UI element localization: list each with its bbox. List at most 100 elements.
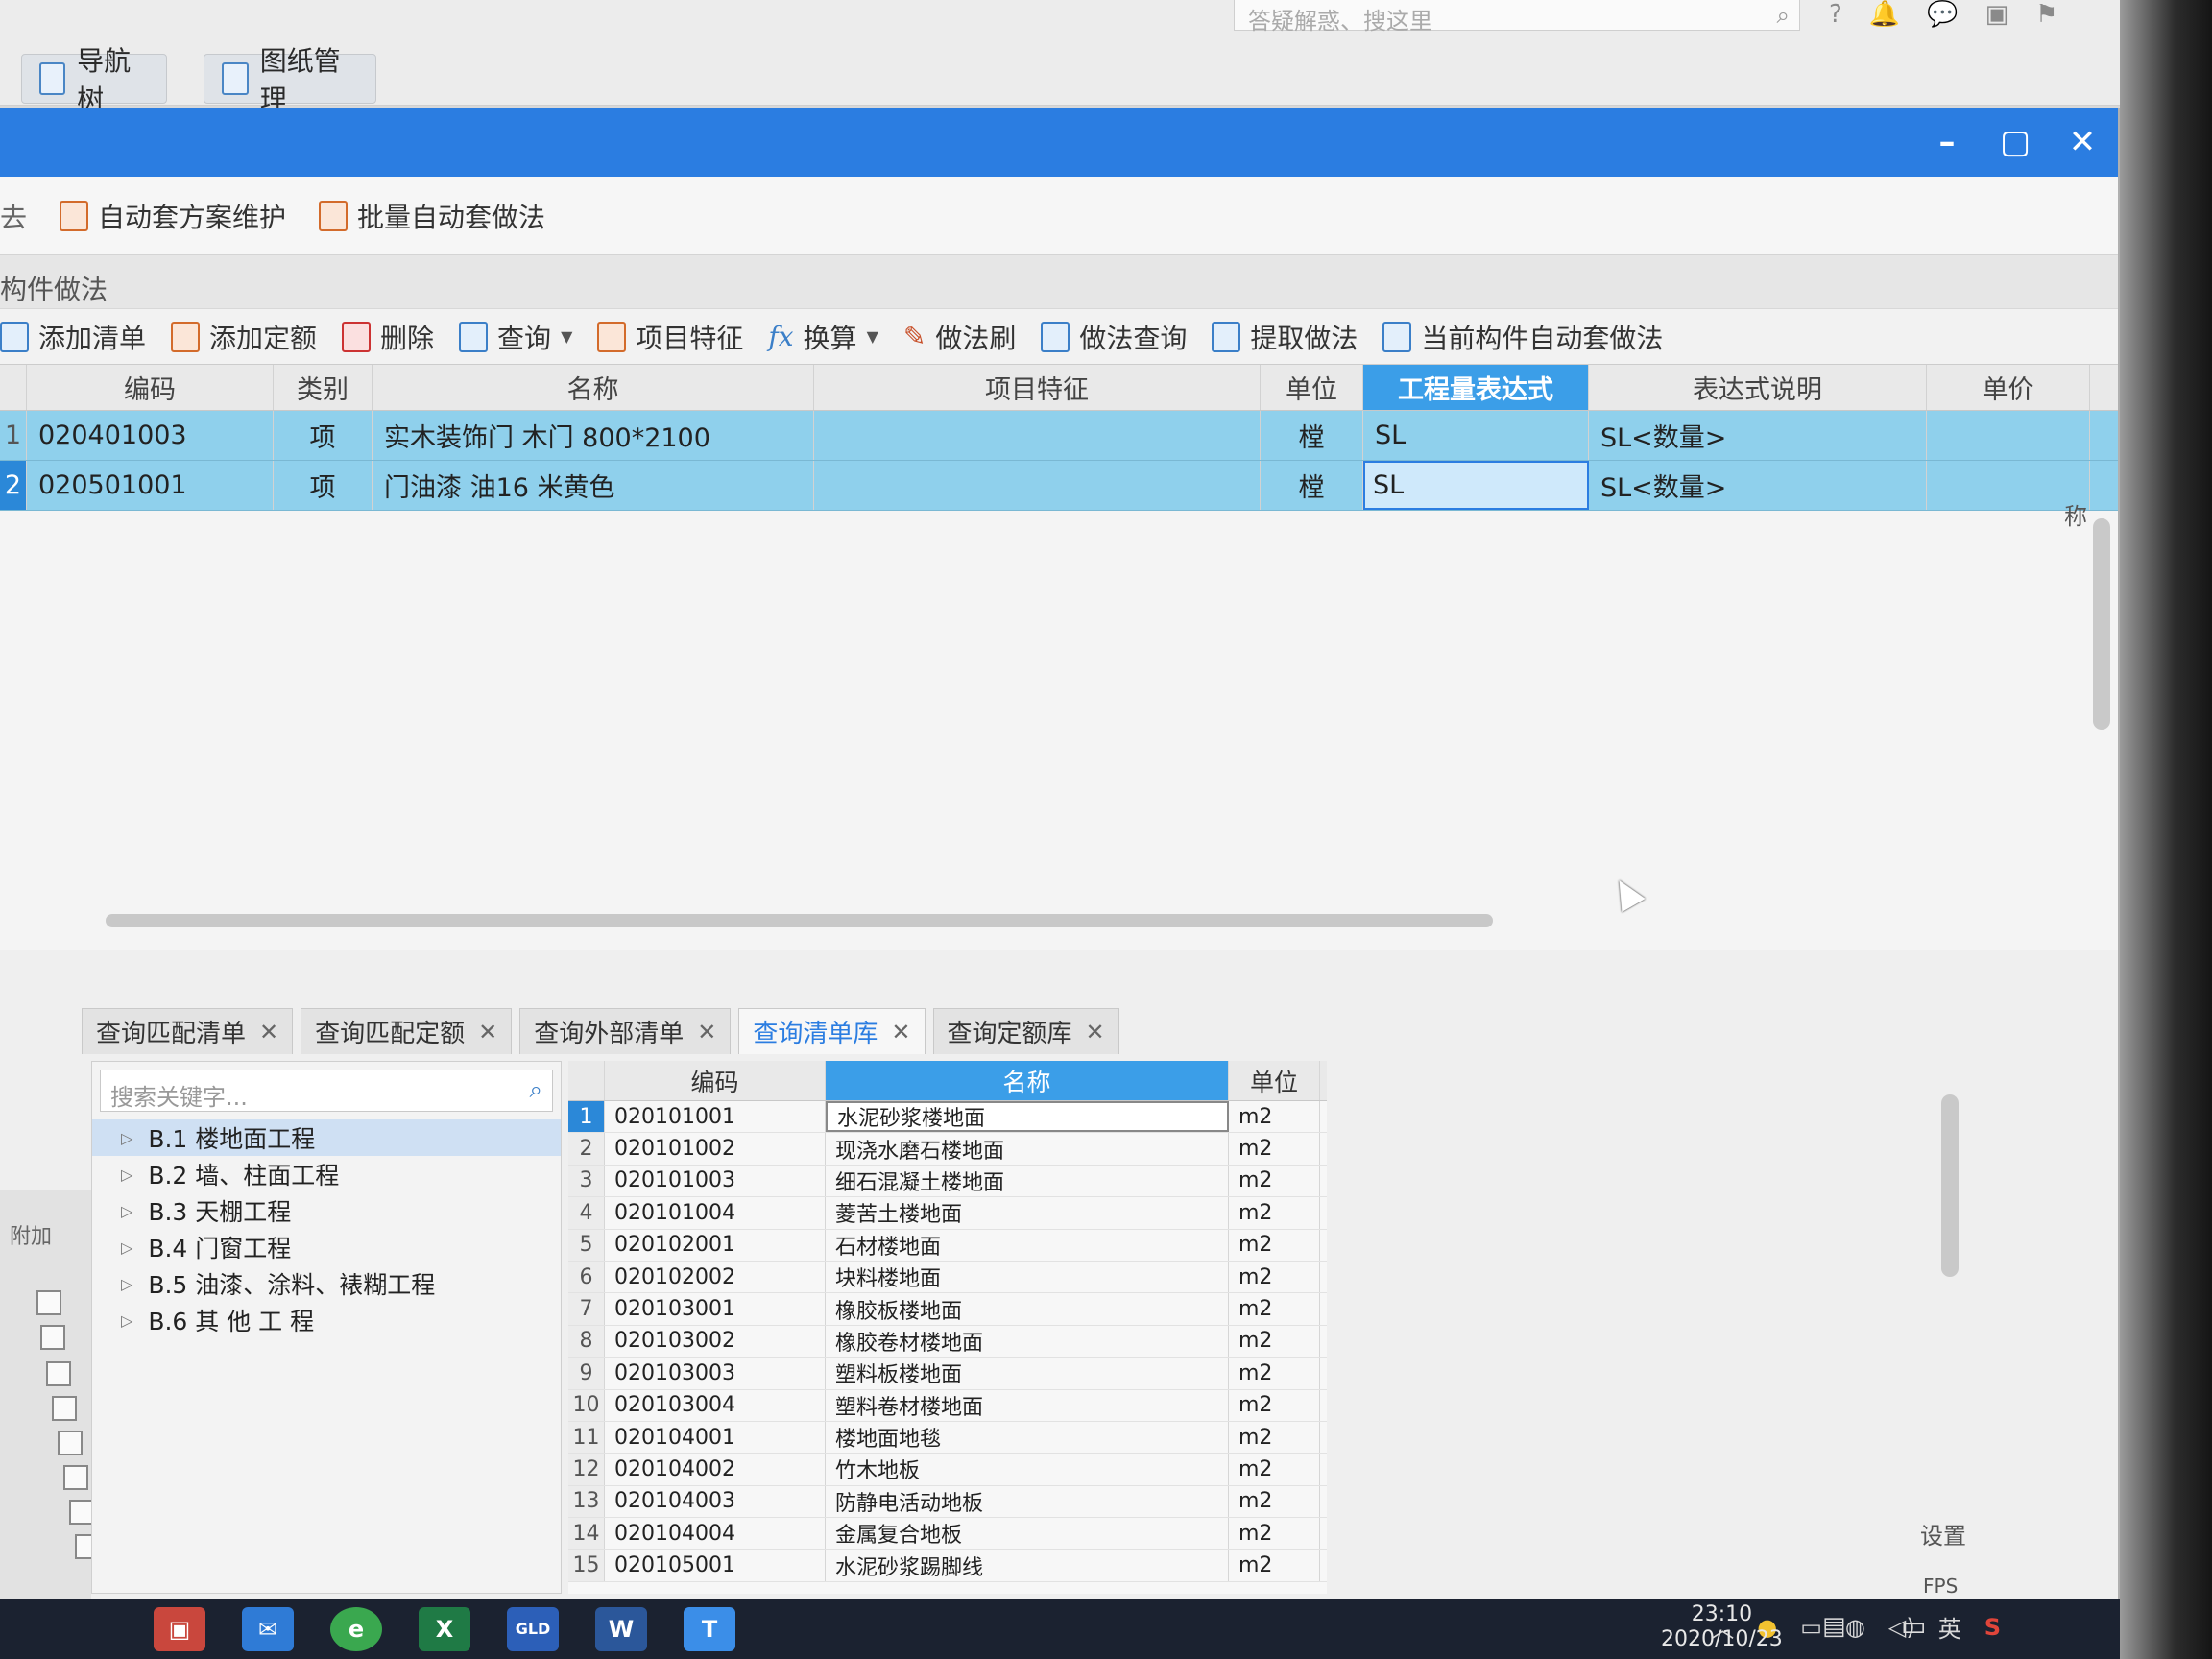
query-button[interactable]: 查询 ▼ (459, 318, 572, 356)
extract-method-button[interactable]: 提取做法 (1212, 318, 1358, 356)
library-row[interactable]: 4 020101004 菱苦土楼地面 m2 (568, 1197, 1327, 1230)
library-row-name[interactable]: 塑料板楼地面 (826, 1358, 1229, 1389)
row-expression[interactable]: SL (1363, 411, 1589, 460)
ime-indicator[interactable]: 英 (1938, 1610, 1961, 1644)
library-row[interactable]: 1 020101001 水泥砂浆楼地面 m2 (568, 1101, 1327, 1134)
gift-icon[interactable]: ▣ (1985, 0, 2009, 29)
library-row-code[interactable]: 020104001 (605, 1421, 826, 1454)
library-row-unit[interactable]: m2 (1229, 1293, 1320, 1325)
library-row-code[interactable]: 020105001 (605, 1550, 826, 1581)
library-row[interactable]: 15 020105001 水泥砂浆踢脚线 m2 (568, 1550, 1327, 1582)
row-expression-desc[interactable]: SL<数量> (1589, 461, 1927, 510)
vertical-scrollbar[interactable] (2093, 518, 2110, 730)
word-icon[interactable]: W (595, 1606, 647, 1651)
library-header-unit[interactable]: 单位 (1229, 1061, 1320, 1100)
library-row[interactable]: 12 020104002 竹木地板 m2 (568, 1454, 1327, 1486)
current-auto-method-button[interactable]: 当前构件自动套做法 (1382, 318, 1663, 356)
help-icon[interactable]: ? (1829, 0, 1842, 29)
library-row[interactable]: 2 020101002 现浇水磨石楼地面 m2 (568, 1133, 1327, 1166)
expand-triangle-icon[interactable]: ▷ (121, 1275, 132, 1293)
library-row-code[interactable]: 020101002 (605, 1133, 826, 1165)
tree-item-b3[interactable]: ▷ B.3 天棚工程 (92, 1192, 561, 1229)
expand-triangle-icon[interactable]: ▷ (121, 1202, 132, 1220)
library-row-name[interactable]: 楼地面地毯 (826, 1421, 1229, 1454)
header-unit[interactable]: 单位 (1261, 365, 1363, 410)
library-row-code[interactable]: 020102002 (605, 1261, 826, 1293)
ie-icon[interactable]: e (330, 1606, 382, 1651)
notification-icon[interactable]: ▭ (1901, 1610, 1926, 1642)
library-row-code[interactable]: 020102001 (605, 1229, 826, 1261)
convert-button[interactable]: fx 换算 ▼ (768, 318, 878, 356)
expand-triangle-icon[interactable]: ▷ (121, 1129, 132, 1147)
library-row-code[interactable]: 020101001 (605, 1101, 826, 1133)
row-type[interactable]: 项 (274, 461, 373, 510)
library-row-unit[interactable]: m2 (1229, 1358, 1320, 1389)
library-row-name[interactable]: 橡胶板楼地面 (826, 1293, 1229, 1325)
expand-triangle-icon[interactable]: ▷ (121, 1311, 132, 1330)
library-row-unit[interactable]: m2 (1229, 1101, 1320, 1133)
library-row-unit[interactable]: m2 (1229, 1389, 1320, 1421)
library-header-code[interactable]: 编码 (605, 1061, 826, 1100)
library-row-name[interactable]: 金属复合地板 (826, 1518, 1229, 1550)
library-row[interactable]: 9 020103003 塑料板楼地面 m2 (568, 1358, 1327, 1390)
excel-icon[interactable]: X (419, 1606, 470, 1651)
method-brush-button[interactable]: ✎ 做法刷 (903, 318, 1016, 356)
library-row[interactable]: 11 020104001 楼地面地毯 m2 (568, 1421, 1327, 1455)
header-code[interactable]: 编码 (27, 365, 274, 410)
library-row-name[interactable]: 竹木地板 (826, 1454, 1229, 1485)
row-price[interactable] (1927, 411, 2090, 460)
library-row-unit[interactable]: m2 (1229, 1518, 1320, 1550)
glodon-app-icon[interactable]: GLD (507, 1606, 559, 1651)
sogou-icon[interactable]: S (1984, 1614, 2001, 1641)
checkbox[interactable] (40, 1325, 65, 1350)
close-icon[interactable]: ✕ (2060, 123, 2104, 161)
library-row[interactable]: 8 020103002 橡胶卷材楼地面 m2 (568, 1325, 1327, 1358)
method-row[interactable]: 1 020401003 项 实木装饰门 木门 800*2100 樘 SL SL<… (0, 411, 2118, 461)
auto-scheme-maintain-button[interactable]: 自动套方案维护 (60, 197, 286, 235)
close-icon[interactable]: ✕ (1086, 1019, 1105, 1046)
library-row-unit[interactable]: m2 (1229, 1550, 1320, 1581)
dialog-titlebar[interactable]: – ▢ ✕ (0, 108, 2118, 177)
tree-item-b2[interactable]: ▷ B.2 墙、柱面工程 (92, 1156, 561, 1192)
checkbox[interactable] (63, 1465, 88, 1490)
header-feature[interactable]: 项目特征 (814, 365, 1261, 410)
tab-list-library[interactable]: 查询清单库 ✕ (738, 1008, 926, 1054)
batch-auto-method-button[interactable]: 批量自动套做法 (319, 197, 545, 235)
close-icon[interactable]: ✕ (697, 1019, 716, 1046)
library-row-code[interactable]: 020104002 (605, 1454, 826, 1485)
delete-button[interactable]: 删除 (342, 318, 434, 356)
row-unit[interactable]: 樘 (1261, 461, 1363, 510)
tree-item-b4[interactable]: ▷ B.4 门窗工程 (92, 1229, 561, 1265)
method-query-button[interactable]: 做法查询 (1041, 318, 1187, 356)
maximize-icon[interactable]: ▢ (1993, 123, 2037, 161)
library-row-name[interactable]: 石材楼地面 (826, 1229, 1229, 1261)
library-row-unit[interactable]: m2 (1229, 1421, 1320, 1454)
close-icon[interactable]: ✕ (891, 1019, 910, 1046)
header-name[interactable]: 名称 (373, 365, 814, 410)
library-row-code[interactable]: 020103003 (605, 1358, 826, 1389)
header-price[interactable]: 单价 (1927, 365, 2090, 410)
checkbox[interactable] (52, 1396, 77, 1421)
store-icon[interactable]: ▣ (154, 1606, 205, 1651)
project-feature-button[interactable]: 项目特征 (597, 318, 743, 356)
library-header-name[interactable]: 名称 (826, 1061, 1229, 1100)
clock[interactable]: 23:10 2020/10/23 (1661, 1602, 1783, 1652)
checkbox[interactable] (36, 1290, 61, 1315)
method-row[interactable]: 2 020501001 项 门油漆 油16 米黄色 樘 SL SL<数量> (0, 461, 2118, 511)
tab-external-list[interactable]: 查询外部清单 ✕ (519, 1008, 732, 1054)
tab-nav-tree[interactable]: 导航树 (21, 45, 167, 115)
notes-icon[interactable]: ▤ (1822, 1612, 1846, 1641)
library-row-unit[interactable]: m2 (1229, 1229, 1320, 1261)
library-row-code[interactable]: 020101004 (605, 1197, 826, 1229)
library-row[interactable]: 5 020102001 石材楼地面 m2 (568, 1229, 1327, 1262)
row-name[interactable]: 门油漆 油16 米黄色 (373, 461, 814, 510)
library-row-unit[interactable]: m2 (1229, 1197, 1320, 1229)
tab-quota-library[interactable]: 查询定额库 ✕ (932, 1008, 1119, 1054)
library-row-code[interactable]: 020104004 (605, 1518, 826, 1550)
convert-dropdown-icon[interactable]: ▼ (867, 327, 878, 346)
header-expression-desc[interactable]: 表达式说明 (1589, 365, 1927, 410)
minimize-icon[interactable]: – (1925, 123, 1969, 161)
library-row-name[interactable]: 塑料卷材楼地面 (826, 1389, 1229, 1421)
tree-item-b5[interactable]: ▷ B.5 油漆、涂料、裱糊工程 (92, 1265, 561, 1302)
header-expression[interactable]: 工程量表达式 (1363, 365, 1589, 410)
